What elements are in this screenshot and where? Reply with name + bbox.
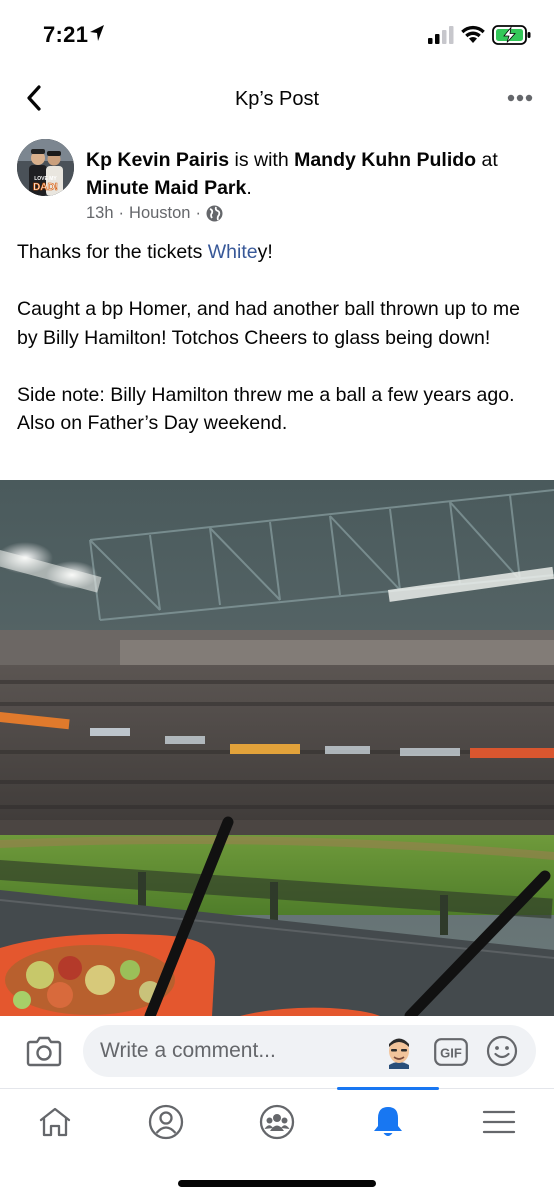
- comment-input[interactable]: [100, 1037, 360, 1065]
- meta-separator: ·: [118, 204, 125, 222]
- globe-icon: [206, 205, 223, 222]
- tab-profile[interactable]: [138, 1099, 194, 1145]
- post-header-bar: Kp’s Post: [0, 70, 554, 130]
- bottom-tab-bar: [0, 1087, 554, 1158]
- groups-icon: [259, 1104, 295, 1140]
- post-paragraph-2: Caught a bp Homer, and had another ball …: [17, 298, 520, 349]
- comment-bar: GIF: [0, 1016, 554, 1088]
- tab-groups[interactable]: [249, 1099, 305, 1145]
- period: .: [246, 177, 252, 199]
- author-avatar[interactable]: LOVE MY DAD!: [17, 139, 74, 196]
- post-text: Thanks for the tickets: [17, 241, 208, 263]
- post-body: Thanks for the tickets Whitey! Caught a …: [17, 238, 542, 438]
- status-bar: 7:21: [0, 0, 554, 64]
- more-options-button[interactable]: [500, 84, 540, 112]
- cellular-signal-icon: [428, 26, 454, 49]
- gif-button[interactable]: GIF: [434, 1038, 468, 1071]
- avatar-sticker-button[interactable]: [383, 1035, 415, 1074]
- camera-icon: [26, 1036, 62, 1067]
- tagged-person-link[interactable]: Mandy Kuhn Pulido: [294, 149, 476, 171]
- post-time[interactable]: 13h: [86, 204, 114, 223]
- hamburger-menu-icon: [482, 1110, 516, 1134]
- bell-icon: [374, 1107, 402, 1136]
- avatar-sticker-icon: [389, 1038, 409, 1069]
- tab-notifications[interactable]: [360, 1099, 416, 1145]
- post-location[interactable]: Houston: [129, 204, 190, 223]
- smiley-icon: [486, 1035, 518, 1067]
- author-name-link[interactable]: Kp Kevin Pairis: [86, 149, 229, 171]
- wifi-icon: [460, 24, 486, 49]
- gif-label: GIF: [440, 1046, 462, 1061]
- post-line-1: Thanks for the tickets Whitey!: [17, 238, 542, 267]
- post-meta: 13h · Houston ·: [86, 204, 223, 223]
- battery-charging-icon: [492, 24, 532, 51]
- comment-field[interactable]: GIF: [83, 1025, 536, 1077]
- profile-icon: [148, 1104, 184, 1140]
- status-time: 7:21: [43, 22, 89, 47]
- tab-menu[interactable]: [471, 1099, 527, 1145]
- post-header-text: Kp Kevin Pairis is with Mandy Kuhn Pulid…: [86, 146, 536, 202]
- home-indicator[interactable]: [178, 1180, 376, 1187]
- post-photo[interactable]: [0, 480, 554, 1016]
- emoji-button[interactable]: [486, 1035, 518, 1072]
- meta-separator: ·: [195, 204, 202, 222]
- mention-link[interactable]: White: [208, 241, 258, 263]
- camera-button[interactable]: [26, 1035, 62, 1072]
- with-text: is with: [234, 149, 289, 171]
- avatar-caption-dad: DAD!: [33, 182, 58, 193]
- location-arrow-icon: [89, 24, 105, 47]
- at-text: at: [481, 149, 498, 171]
- tab-home[interactable]: [27, 1099, 83, 1145]
- more-horizontal-icon: [507, 94, 533, 102]
- post-paragraph-3: Side note: Billy Hamilton threw me a bal…: [17, 383, 515, 435]
- page-title: Kp’s Post: [234, 88, 320, 110]
- post-text: y!: [257, 241, 273, 263]
- home-icon: [39, 1107, 71, 1137]
- gif-icon: GIF: [434, 1038, 468, 1066]
- place-link[interactable]: Minute Maid Park: [86, 177, 246, 199]
- active-tab-indicator: [337, 1087, 439, 1090]
